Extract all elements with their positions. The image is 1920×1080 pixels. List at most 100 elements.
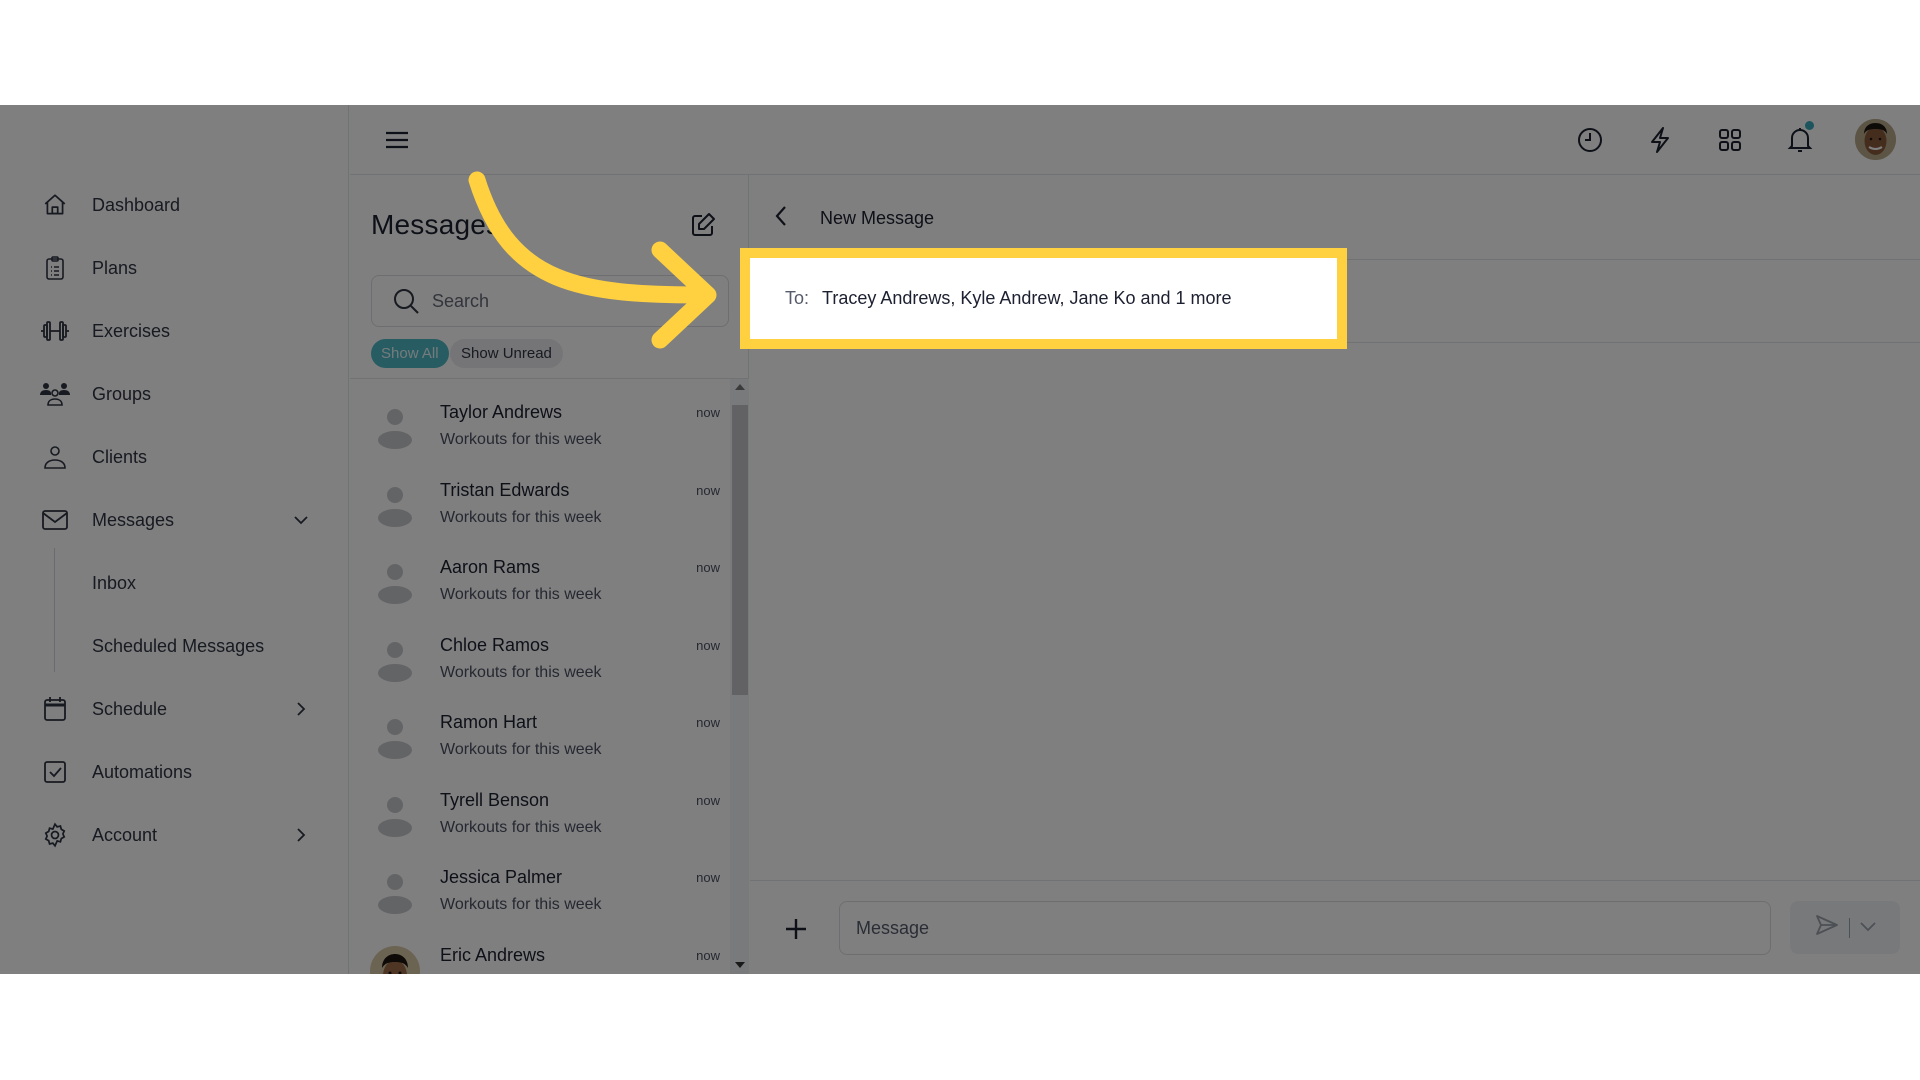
conversation-row[interactable]: Tyrell Benson Workouts for this week now	[350, 787, 730, 864]
sidebar-item-messages[interactable]: Messages	[40, 500, 310, 540]
messages-title: Messages	[371, 209, 501, 240]
gear-icon	[40, 820, 70, 850]
conversation-name: Chloe Ramos	[440, 634, 550, 655]
send-button[interactable]	[1790, 901, 1900, 954]
conversation-row[interactable]: Jessica Palmer Workouts for this week now	[350, 864, 730, 941]
conversation-timestamp: now	[696, 715, 720, 730]
mail-icon	[40, 505, 70, 535]
sidebar-subitem-scheduled-messages[interactable]: Scheduled Messages	[92, 626, 264, 666]
conversation-timestamp: now	[696, 405, 720, 420]
recipients-value[interactable]: Tracey Andrews, Kyle Andrew, Jane Ko and…	[822, 288, 1232, 309]
sidebar-item-label: Schedule	[92, 698, 168, 719]
composer-footer	[750, 880, 1920, 974]
filter-show-unread[interactable]: Show Unread	[450, 339, 563, 368]
sidebar-item-groups[interactable]: Groups	[40, 374, 310, 414]
conversation-preview: Workouts for this week	[440, 896, 602, 913]
scrollbar[interactable]	[730, 379, 749, 974]
default-avatar-icon	[370, 481, 420, 531]
highlighted-recipients-field[interactable]: To: Tracey Andrews, Kyle Andrew, Jane Ko…	[740, 248, 1347, 349]
search-field[interactable]	[371, 275, 729, 327]
conversation-name: Taylor Andrews	[440, 402, 563, 422]
sidebar-item-label: Exercises	[92, 320, 171, 341]
sidebar-subitem-inbox[interactable]: Inbox	[92, 563, 136, 603]
conversation-row[interactable]: Aaron Rams Workouts for this week now	[350, 554, 730, 631]
scroll-up-arrow-icon[interactable]	[735, 384, 745, 390]
apps-grid-icon[interactable]	[1715, 125, 1745, 155]
sidebar-item-dashboard[interactable]: Dashboard	[40, 185, 310, 225]
conversation-timestamp: now	[696, 947, 720, 963]
conversation-preview: Workouts for this week	[440, 663, 602, 681]
compose-icon[interactable]	[688, 210, 718, 240]
conversation-row[interactable]: Taylor Andrews Workouts for this week now	[350, 399, 730, 476]
conversation-timestamp: now	[696, 792, 720, 808]
chevron-right-icon[interactable]	[292, 700, 310, 718]
conversation-timestamp: now	[696, 560, 720, 575]
conversation-name: Eric Andrews	[440, 944, 546, 965]
conversation-row[interactable]: Eric Andrews now	[350, 942, 730, 974]
user-icon	[40, 442, 70, 472]
conversation-timestamp: now	[696, 870, 720, 885]
lightning-icon[interactable]	[1645, 125, 1675, 155]
notification-badge	[1805, 121, 1814, 130]
default-avatar-icon	[370, 791, 420, 841]
conversation-row[interactable]: Chloe Ramos Workouts for this week now	[350, 632, 730, 709]
sidebar-item-clients[interactable]: Clients	[40, 437, 310, 477]
history-icon[interactable]	[1575, 125, 1605, 155]
conversation-name: Ramon Hart	[440, 712, 538, 732]
filter-show-all[interactable]: Show All	[371, 339, 449, 368]
conversation-timestamp: now	[696, 637, 720, 653]
conversation-preview: Workouts for this week	[440, 741, 602, 758]
conversation-row[interactable]: Tristan Edwards Workouts for this week now	[350, 477, 730, 554]
back-arrow-icon[interactable]	[774, 205, 794, 231]
chevron-right-icon[interactable]	[292, 826, 310, 844]
send-divider	[1848, 917, 1850, 938]
bell-icon[interactable]	[1785, 121, 1815, 155]
sidebar-item-plans[interactable]: Plans	[40, 248, 310, 288]
default-avatar-icon	[370, 868, 420, 918]
sidebar-item-schedule[interactable]: Schedule	[40, 689, 310, 729]
app-viewport: Dashboard Plans Exercises Groups Clients…	[0, 105, 1920, 974]
top-bar	[350, 105, 1920, 175]
scrollbar-thumb[interactable]	[732, 405, 748, 695]
default-avatar-icon	[370, 558, 420, 608]
users-icon	[40, 379, 70, 409]
hamburger-menu-icon[interactable]	[384, 127, 410, 153]
calendar-icon	[40, 694, 70, 724]
conversation-preview: Workouts for this week	[440, 508, 602, 526]
scroll-down-arrow-icon[interactable]	[735, 962, 745, 968]
dumbbell-icon	[40, 316, 70, 346]
sidebar-item-label: Messages	[92, 509, 175, 530]
conversation-preview: Workouts for this week	[440, 818, 602, 836]
sidebar-item-automations[interactable]: Automations	[40, 752, 310, 792]
sidebar-item-label: Dashboard	[92, 194, 181, 215]
sidebar-item-label: Clients	[92, 446, 148, 467]
home-icon	[40, 190, 70, 220]
sidebar-item-label: Plans	[92, 257, 138, 278]
conversation-name: Jessica Palmer	[440, 867, 563, 887]
message-input[interactable]	[839, 901, 1771, 955]
sidebar-item-account[interactable]: Account	[40, 815, 310, 855]
chevron-down-icon[interactable]	[292, 511, 310, 529]
add-attachment-icon[interactable]	[784, 917, 808, 941]
sidebar-item-label: Groups	[92, 383, 152, 404]
conversation-timestamp: now	[696, 482, 720, 498]
sidebar-item-label: Automations	[92, 761, 193, 782]
search-icon	[392, 287, 420, 315]
search-input[interactable]	[432, 290, 712, 312]
to-label: To:	[785, 288, 810, 308]
messages-panel: Messages Show All Show Unread Taylor And…	[350, 175, 749, 974]
conversation-preview: Workouts for this week	[440, 431, 602, 448]
default-avatar-icon	[370, 636, 420, 686]
chevron-down-icon[interactable]	[1859, 919, 1876, 937]
contact-photo-avatar	[370, 945, 420, 974]
default-avatar-icon	[370, 403, 420, 453]
sidebar-item-label: Account	[92, 824, 158, 845]
sidebar-item-exercises[interactable]: Exercises	[40, 311, 310, 351]
default-avatar-icon	[370, 713, 420, 763]
clipboard-icon	[40, 253, 70, 283]
conversation-row[interactable]: Ramon Hart Workouts for this week now	[350, 709, 730, 786]
conversation-name: Tyrell Benson	[440, 789, 550, 810]
sidebar: Dashboard Plans Exercises Groups Clients…	[0, 105, 349, 974]
user-avatar[interactable]	[1855, 119, 1896, 160]
conversation-list: Taylor Andrews Workouts for this week now T…	[350, 379, 730, 974]
